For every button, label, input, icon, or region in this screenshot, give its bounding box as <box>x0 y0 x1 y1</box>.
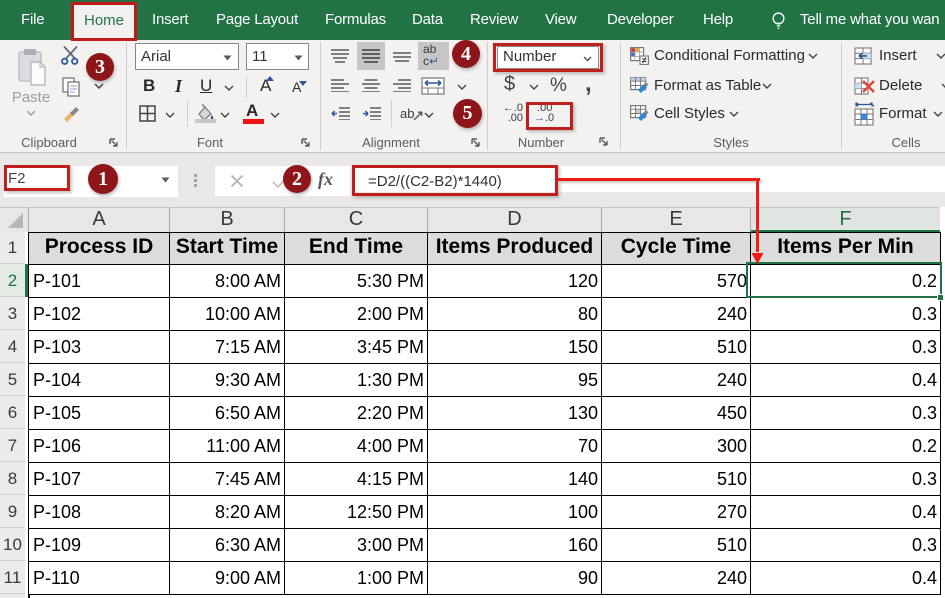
svg-text:ab: ab <box>400 106 414 121</box>
